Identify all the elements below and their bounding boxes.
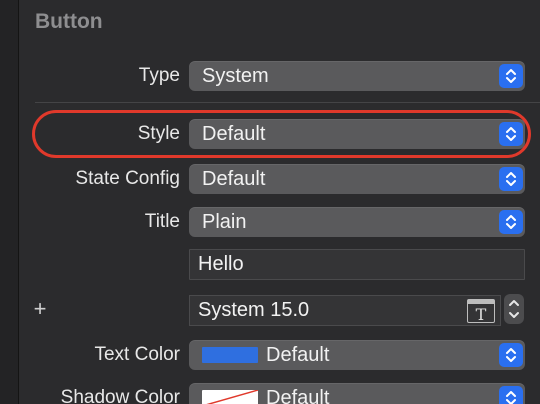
section-divider — [35, 102, 540, 103]
style-row-highlight — [32, 110, 531, 158]
text-color-row: Text Color Default — [0, 339, 540, 371]
shadow-color-row: Shadow Color Default — [0, 382, 540, 404]
state-config-label: State Config — [75, 168, 180, 189]
text-color-popup-button[interactable]: Default — [189, 340, 525, 370]
state-config-popup-button[interactable]: Default — [189, 164, 525, 194]
popup-arrows-icon — [499, 343, 523, 367]
type-row: Type System — [0, 60, 540, 92]
title-text-row: Hello — [0, 248, 540, 280]
shadow-color-popup-button[interactable]: Default — [189, 383, 525, 404]
type-label: Type — [138, 65, 180, 86]
state-config-value: Default — [202, 168, 266, 190]
text-color-swatch — [202, 347, 258, 363]
type-popup-button[interactable]: System — [189, 61, 525, 91]
font-picker-icon[interactable]: T — [467, 299, 495, 324]
shadow-color-swatch — [202, 389, 259, 404]
font-field[interactable]: System 15.0 T — [189, 295, 501, 326]
popup-arrows-icon — [499, 64, 523, 88]
svg-text:T: T — [476, 305, 487, 322]
font-row: + System 15.0 T — [0, 294, 540, 326]
title-value: Plain — [202, 211, 247, 233]
title-popup-button[interactable]: Plain — [189, 207, 525, 237]
type-value: System — [202, 65, 269, 87]
add-variation-button[interactable]: + — [30, 294, 50, 324]
attributes-inspector: Button Type System Style Default State C… — [0, 0, 540, 404]
text-color-label: Text Color — [94, 344, 180, 365]
popup-arrows-icon — [499, 210, 523, 234]
title-text-field[interactable]: Hello — [189, 249, 525, 280]
title-label: Title — [144, 211, 180, 232]
state-config-row: State Config Default — [0, 163, 540, 195]
font-value: System 15.0 — [198, 299, 310, 321]
text-color-value: Default — [266, 344, 330, 366]
shadow-color-label: Shadow Color — [60, 387, 180, 404]
title-row: Title Plain — [0, 206, 540, 238]
section-title: Button — [35, 10, 103, 33]
popup-arrows-icon — [499, 386, 523, 404]
shadow-color-value: Default — [266, 387, 330, 404]
popup-arrows-icon — [499, 167, 523, 191]
title-text-value: Hello — [198, 253, 244, 275]
font-size-stepper[interactable] — [504, 294, 524, 324]
